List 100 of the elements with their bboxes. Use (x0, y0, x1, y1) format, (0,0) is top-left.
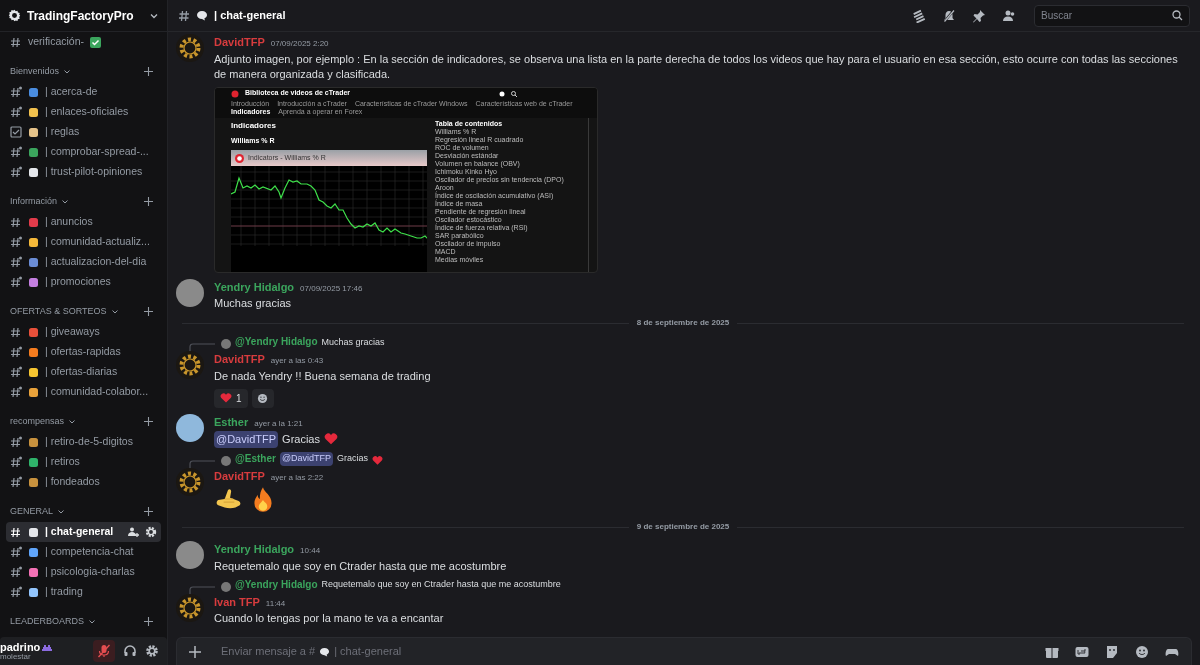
message-text: Muchas gracias (214, 297, 292, 309)
hash-icon (10, 586, 22, 598)
channel-item[interactable]: | comunidad-colabor... (6, 382, 161, 402)
channel-name: verificación- (28, 34, 85, 50)
logo-icon (231, 89, 239, 98)
chevron-down-icon[interactable] (57, 508, 65, 516)
category-label[interactable]: OFERTAS & SORTEOS (10, 304, 107, 318)
search-field[interactable]: Buscar (1034, 4, 1190, 27)
category-label[interactable]: Bienvenidos (10, 64, 60, 78)
hash-icon (10, 36, 22, 48)
channel-item[interactable]: | ofertas-diarias (6, 362, 161, 382)
search-icon (511, 90, 517, 97)
chevron-down-icon[interactable] (61, 198, 70, 206)
author-name[interactable]: Yendry Hidalgo (214, 541, 295, 558)
sticker-icon[interactable] (1105, 644, 1119, 659)
message-text: Cuando lo tengas por la mano te va a encantar (214, 612, 444, 624)
channel-item[interactable]: | retiro-de-5-digitos (6, 432, 161, 452)
reply-author[interactable]: @Esther (235, 450, 276, 466)
add-member-icon[interactable] (127, 526, 139, 538)
channel-name: | promociones (45, 274, 111, 290)
threads-icon[interactable] (912, 8, 926, 23)
channel-item[interactable]: | giveaways (6, 322, 161, 342)
gif-icon[interactable] (1075, 644, 1089, 659)
chevron-down-icon[interactable] (63, 68, 72, 76)
channel-item[interactable]: | reglas (6, 122, 161, 142)
channel-item[interactable]: | retiros (6, 452, 161, 472)
alien-icon (42, 642, 53, 652)
reaction-button[interactable]: 1 (214, 388, 248, 408)
chevron-down-icon[interactable] (88, 618, 97, 626)
channel-item[interactable]: | chat-general (6, 522, 161, 542)
hash-icon (10, 436, 22, 448)
channel-item[interactable]: | acerca-de (6, 82, 161, 102)
screenshot-image[interactable] (214, 86, 598, 273)
category-label[interactable]: Información (10, 194, 58, 208)
chevron-down-icon[interactable] (110, 308, 119, 316)
timestamp: 10:44 (300, 545, 321, 557)
server-name[interactable]: TradingFactoryPro (27, 6, 134, 25)
channel-name: | chat-general (45, 524, 114, 540)
user-mention[interactable]: @DavidTFP (214, 431, 279, 448)
add-channel-icon[interactable] (144, 617, 153, 626)
plus-icon[interactable] (189, 645, 201, 658)
message-text: Requetemalo que soy en Ctrader hasta que me acostumbre (321, 578, 561, 591)
headphones-icon[interactable] (123, 644, 137, 658)
author-name[interactable]: Esther (214, 413, 249, 430)
timestamp: 07/09/2025 17:46 (300, 282, 363, 295)
gear-logo-avatar (176, 467, 204, 496)
add-channel-icon[interactable] (144, 417, 153, 426)
channel-item[interactable]: verificación- (6, 32, 161, 52)
members-icon[interactable] (1002, 8, 1016, 23)
channel-item[interactable]: | anuncios (6, 212, 161, 232)
channel-item[interactable]: | fondeados (6, 472, 161, 492)
channel-name: | comunidad-colabor... (45, 384, 149, 400)
channel-title: | chat-general (214, 8, 286, 24)
author-name[interactable]: Ivan TFP (214, 593, 260, 610)
channel-item[interactable]: | trading (6, 582, 161, 602)
settings-icon[interactable] (145, 644, 159, 658)
category-label[interactable]: GENERAL (10, 504, 53, 518)
category-label[interactable]: LEADERBOARDS (10, 614, 85, 628)
channel-item[interactable]: | competencia-chat (6, 542, 161, 562)
search-icon (1172, 10, 1183, 21)
channel-name: | giveaways (45, 324, 100, 340)
page-heading: Indicadores (231, 119, 277, 132)
add-reaction-button[interactable] (251, 388, 274, 408)
channel-item[interactable]: | ofertas-rapidas (6, 342, 161, 362)
heart-icon (220, 392, 232, 404)
channel-item[interactable]: | psicologia-charlas (6, 562, 161, 582)
channel-name: | competencia-chat (45, 544, 134, 560)
reply-author[interactable]: @Yendry Hidalgo (235, 576, 318, 592)
channel-item[interactable]: | enlaces-oficiales (6, 102, 161, 122)
channel-name: | actualizacion-del-dia (45, 254, 147, 270)
hash-icon (10, 236, 22, 248)
mic-button[interactable] (93, 640, 115, 662)
message-text: Adjunto imagen, por ejemplo : En la sección de indicadores, se observa una lista en la parte derecha de todos los videos que hay para el usuario en esa sección, esto ocurre con todas las secciones de manera organizada y clasificada. (214, 52, 1178, 80)
pin-icon[interactable] (972, 8, 986, 23)
author-name[interactable]: DavidTFP (214, 34, 265, 51)
channel-item[interactable]: | trust-pilot-opiniones (6, 162, 161, 182)
channel-name: | comunidad-actualiz... (45, 234, 150, 250)
channel-item[interactable]: | comunidad-actualiz... (6, 232, 161, 252)
channel-item[interactable]: | comprobar-spread-... (6, 142, 161, 162)
channel-item[interactable]: | promociones (6, 272, 161, 292)
author-name[interactable]: Yendry Hidalgo (214, 278, 295, 295)
user-mention[interactable]: @DavidTFP (279, 452, 334, 466)
add-channel-icon[interactable] (144, 197, 153, 206)
muted-bell-icon[interactable] (942, 8, 956, 23)
category-label[interactable]: recompensas (10, 414, 65, 428)
hash-icon (10, 256, 22, 268)
channel-name: | reglas (45, 124, 80, 140)
channel-name: | trading (45, 584, 83, 600)
settings-icon[interactable] (145, 526, 157, 538)
speech-bubble-icon (319, 646, 331, 657)
add-channel-icon[interactable] (144, 507, 153, 516)
author-name[interactable]: DavidTFP (214, 467, 265, 484)
add-channel-icon[interactable] (144, 67, 153, 76)
channel-item[interactable]: | actualizacion-del-dia (6, 252, 161, 272)
author-name[interactable]: DavidTFP (214, 351, 265, 368)
reply-author[interactable]: @Yendry Hidalgo (235, 334, 318, 349)
add-channel-icon[interactable] (144, 307, 153, 316)
chevron-down-icon[interactable] (68, 418, 77, 426)
microphone-icon (97, 644, 111, 658)
search-placeholder: Buscar (1041, 9, 1073, 23)
